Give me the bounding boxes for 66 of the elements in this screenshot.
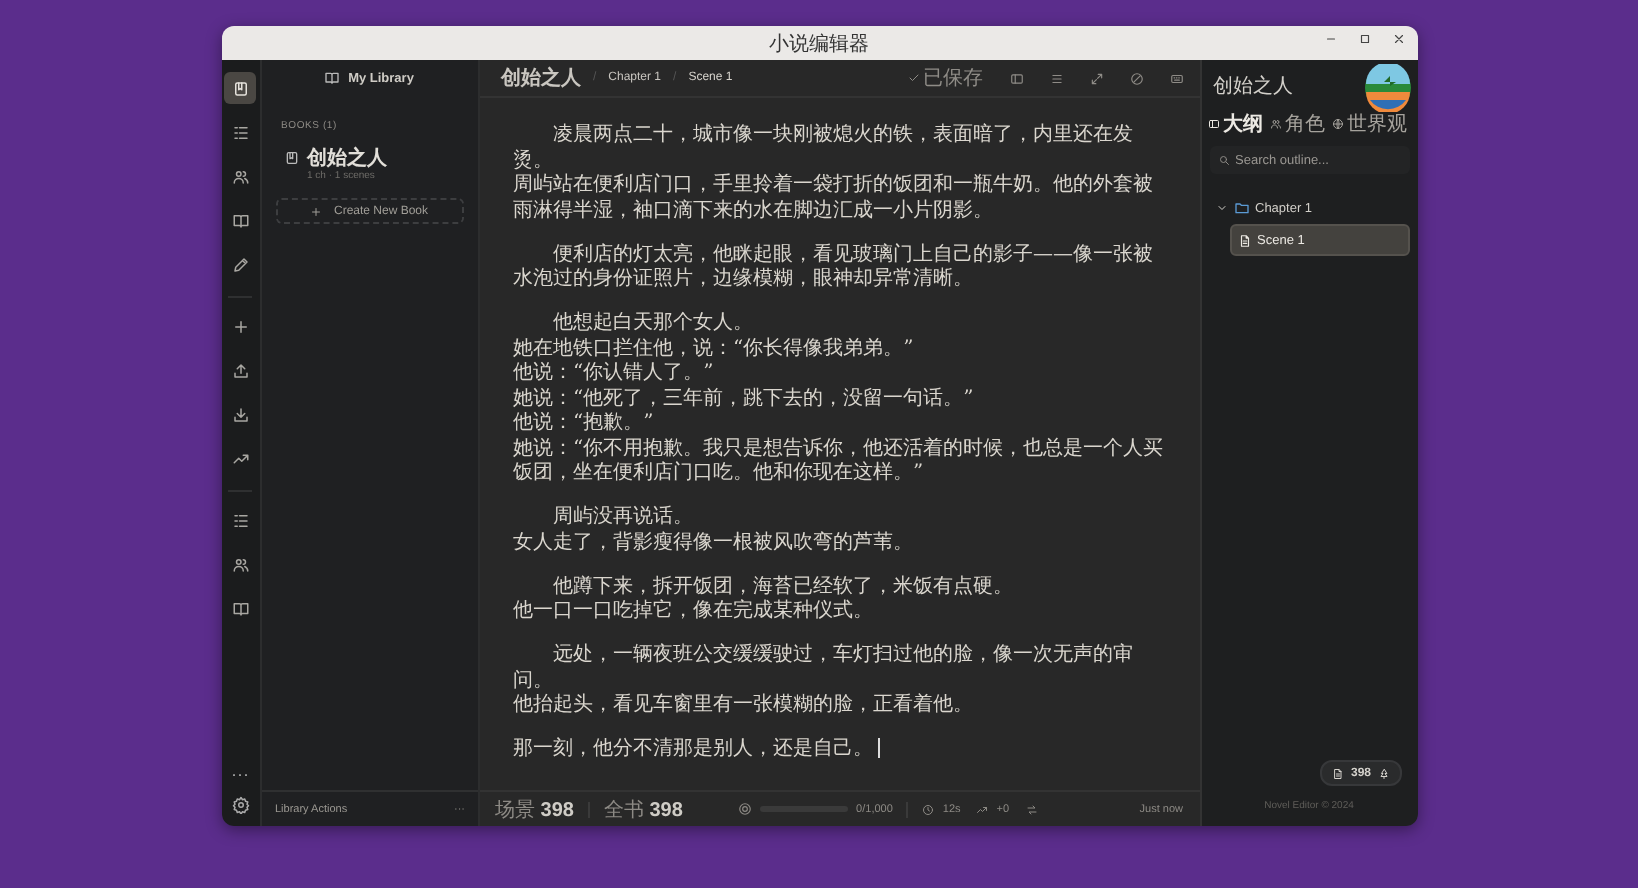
book-icon — [283, 150, 299, 166]
manuscript-line: 凌晨两点二十，城市像一块刚被熄火的铁，表面暗了，内里还在发烫。 — [513, 124, 1135, 173]
book-title[interactable]: 创始之人 — [307, 150, 387, 170]
characters-icon — [1269, 118, 1281, 130]
fullscreen-icon[interactable] — [1089, 71, 1103, 85]
manuscript-line: 他抬起头，看见车窗里有一张模糊的脸，正看着他。 — [513, 694, 975, 719]
settings-icon[interactable] — [231, 796, 249, 814]
layout-icon[interactable] — [1009, 71, 1023, 85]
scene-word-count: 场景 398 — [495, 797, 574, 823]
book-icon — [231, 599, 249, 617]
characters-icon — [231, 167, 249, 185]
rail-button[interactable] — [224, 72, 256, 104]
manuscript-line: 他想起白天那个女人。 — [551, 312, 755, 337]
window-title: 小说编辑器 — [769, 31, 869, 57]
folder-icon — [1233, 200, 1249, 216]
outline-icon — [231, 511, 249, 529]
library-icon — [324, 70, 341, 86]
trend-icon — [231, 449, 249, 467]
tree-icon — [1377, 767, 1389, 779]
document-icon — [1237, 233, 1251, 247]
library-icon — [231, 79, 249, 97]
pencil-icon — [231, 255, 249, 273]
book-word-count: 全书 398 — [603, 797, 683, 823]
panel-tab[interactable]: 世界观 — [1329, 110, 1409, 138]
book-title: 创始之人 — [1213, 73, 1293, 100]
more-button[interactable]: ··· — [231, 764, 249, 784]
text-cursor — [877, 738, 879, 759]
manuscript-line: 她说：“你不用抱歉。我只是想告诉你，他还活着的时候，也总是一个人买饭团，坐在便利店门口吃。他和你现在这样。” — [513, 437, 1166, 487]
breadcrumb-item[interactable]: 创始之人 — [501, 64, 581, 92]
manuscript-line: 他蹲下来，拆开饭团，海苔已经软了，米饭有点硬。 — [551, 575, 1015, 599]
book-icon — [231, 211, 249, 229]
manuscript-line: 那一刻，他分不清那是别人，还是自己。 — [513, 738, 873, 760]
document-icon — [1332, 767, 1345, 779]
globe-icon — [1331, 118, 1343, 130]
manuscript-line: 她在地铁口拦住他，说：“你长得像我弟弟。” — [513, 337, 916, 362]
outline-icon — [1207, 118, 1219, 130]
sync-icon[interactable] — [1025, 803, 1038, 815]
manuscript-line: 周屿没再说话。 — [551, 506, 695, 531]
upload-icon — [231, 361, 249, 379]
save-status: 已保存 — [923, 66, 983, 92]
manuscript-line: 她说：“他死了，三年前，跳下去的，没留一句话。” — [513, 387, 976, 412]
characters-icon — [231, 555, 249, 573]
plus-icon — [231, 317, 249, 335]
check-icon — [907, 72, 919, 84]
outline-icon — [231, 123, 249, 141]
download-icon — [231, 405, 249, 423]
panel-tab[interactable]: 大纲 — [1205, 110, 1265, 138]
list-icon[interactable] — [1049, 71, 1063, 85]
trend-icon — [976, 803, 989, 815]
plus-icon — [309, 205, 322, 217]
manuscript-line: 他说：“抱歉。” — [513, 412, 656, 437]
close-icon[interactable] — [1391, 32, 1405, 46]
landscape-logo — [1363, 64, 1411, 112]
manuscript-line: 周屿站在便利店门口，手里拎着一袋打折的饭团和一瓶牛奶。他的外套被雨淋得半湿，袖口滴下来的水在脚边汇成一小片阴影。 — [513, 174, 1155, 224]
manuscript-line: 他说：“你认错人了。” — [513, 362, 716, 387]
chevron-icon — [1215, 202, 1227, 214]
panel-tab[interactable]: 角色 — [1267, 110, 1327, 138]
clock-icon — [922, 803, 935, 815]
manuscript-line: 便利店的灯太亮，他眯起眼，看见玻璃门上自己的影子——像一张被水泡过的身份证照片，边缘模糊，眼神却异常清晰。 — [513, 243, 1155, 293]
goal-icon — [738, 802, 753, 816]
manuscript-line: 远处，一辆夜班公交缓缓驶过，车灯扫过他的脸，像一次无声的审问。 — [513, 644, 1135, 693]
keyboard-icon[interactable] — [1169, 71, 1183, 85]
manuscript-line: 他一口一口吃掉它，像在完成某种仪式。 — [513, 600, 875, 625]
search-icon — [1217, 154, 1229, 166]
maximize-icon[interactable] — [1357, 32, 1371, 46]
manuscript-line: 女人走了，背影瘦得像一根被风吹弯的芦苇。 — [513, 531, 915, 556]
